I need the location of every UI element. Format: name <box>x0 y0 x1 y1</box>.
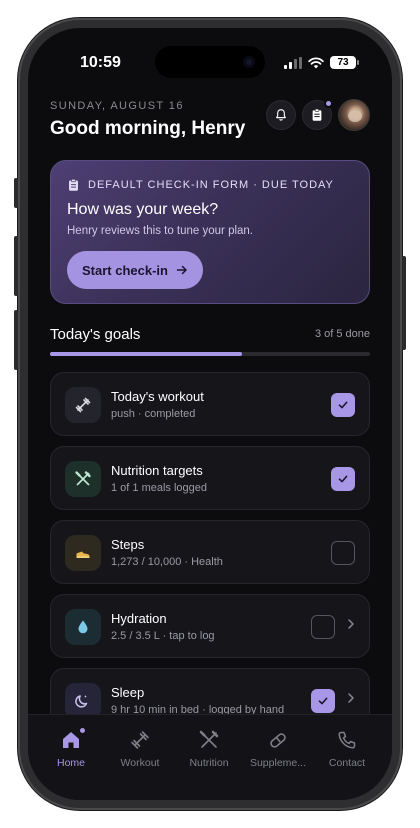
wifi-icon <box>308 56 324 68</box>
checkmark-icon <box>338 475 348 483</box>
goal-steps[interactable]: Steps 1,273 / 10,000 · Health <box>50 520 370 584</box>
date-label: SUNDAY, AUGUST 16 <box>50 100 184 112</box>
goal-icon-tile <box>65 535 101 571</box>
checkin-tag: DEFAULT CHECK-IN FORM · DUE TODAY <box>67 178 334 192</box>
goal-title: Hydration <box>111 611 167 626</box>
goal-title: Steps <box>111 537 145 552</box>
screen: 10:59 73 SUNDAY, AUGUST 16 Good morning,… <box>28 28 392 800</box>
goals-progress-bar <box>50 352 370 356</box>
goal-subtitle: push · completed <box>111 408 196 420</box>
volume-down-button <box>14 310 18 370</box>
notifications-button[interactable] <box>266 100 296 130</box>
dumbbell-icon <box>131 731 149 749</box>
goals-title: Today's goals <box>50 326 141 343</box>
goal-subtitle: 2.5 / 3.5 L · tap to log <box>111 630 215 642</box>
tab-label: Suppleme... <box>249 757 307 769</box>
goal-icon-tile <box>65 609 101 645</box>
tab-workout[interactable]: Workout <box>104 729 176 769</box>
goal-icon-tile <box>65 387 101 423</box>
goal-checkbox[interactable] <box>311 615 335 639</box>
arrow-right-icon <box>176 265 187 275</box>
tab-home[interactable]: Home <box>35 727 107 769</box>
tab-label: Home <box>56 757 85 769</box>
tab-icon-wrap <box>60 727 86 751</box>
fork-knife-icon <box>75 471 91 486</box>
status-icons: 73 <box>284 56 359 69</box>
phone-icon <box>338 731 356 749</box>
dynamic-island <box>155 46 265 78</box>
checkmark-icon <box>338 401 348 409</box>
droplet-icon <box>78 620 88 634</box>
goal-hydration[interactable]: Hydration 2.5 / 3.5 L · tap to log <box>50 594 370 658</box>
goal-subtitle: 1,273 / 10,000 · Health <box>111 556 223 568</box>
tab-supplements[interactable]: Suppleme... <box>242 729 314 769</box>
tab-contact[interactable]: Contact <box>311 729 383 769</box>
battery-icon: 73 <box>330 56 359 69</box>
clipboard-icon <box>69 178 78 191</box>
pill-icon <box>270 733 286 748</box>
start-checkin-button[interactable]: Start check-in <box>67 251 203 289</box>
goals-progress-fill <box>50 352 242 356</box>
volume-up-button <box>14 236 18 296</box>
checkin-forms-button[interactable] <box>302 99 333 130</box>
checkmark-icon <box>318 697 328 705</box>
tab-icon-wrap <box>267 729 289 751</box>
checkin-title: How was your week? <box>67 201 219 218</box>
clipboard-icon <box>312 108 322 121</box>
camera-icon <box>243 56 255 68</box>
goals-count: 3 of 5 done <box>314 328 370 340</box>
tab-icon-wrap <box>198 729 220 751</box>
start-checkin-label: Start check-in <box>82 262 168 278</box>
goal-nutrition[interactable]: Nutrition targets 1 of 1 meals logged <box>50 446 370 510</box>
goal-checkbox[interactable] <box>331 541 355 565</box>
action-button <box>14 178 18 208</box>
shoe-icon <box>76 551 90 558</box>
checkin-subtitle: Henry reviews this to tune your plan. <box>67 225 254 237</box>
dumbbell-icon <box>75 397 91 413</box>
moon-icon <box>75 695 88 708</box>
avatar[interactable] <box>338 99 370 131</box>
status-time: 10:59 <box>80 54 121 71</box>
goal-title: Nutrition targets <box>111 463 203 478</box>
goal-icon-tile <box>65 461 101 497</box>
tab-icon-wrap <box>129 729 151 751</box>
notification-dot <box>324 99 333 108</box>
goal-checkbox[interactable] <box>331 393 355 417</box>
tab-icon-wrap <box>336 729 358 751</box>
goal-checkbox[interactable] <box>311 689 335 713</box>
greeting-title: Good morning, Henry <box>50 118 246 139</box>
tab-bar: Home Workout Nutrition Suppleme... Conta… <box>28 714 392 800</box>
tab-label: Workout <box>120 757 160 769</box>
goal-workout[interactable]: Today's workout push · completed <box>50 372 370 436</box>
battery-level: 73 <box>337 57 349 68</box>
goal-title: Today's workout <box>111 389 204 404</box>
power-button <box>402 256 406 350</box>
checkin-card: DEFAULT CHECK-IN FORM · DUE TODAY How wa… <box>50 160 370 304</box>
goal-subtitle: 1 of 1 meals logged <box>111 482 208 494</box>
goal-title: Sleep <box>111 685 145 700</box>
tab-label: Contact <box>328 757 366 769</box>
chevron-right-icon[interactable] <box>347 692 355 704</box>
tab-label: Nutrition <box>189 757 229 769</box>
checkin-tag-label: DEFAULT CHECK-IN FORM · DUE TODAY <box>88 179 334 191</box>
chevron-right-icon[interactable] <box>347 618 355 630</box>
bell-icon <box>276 109 286 121</box>
tab-nutrition[interactable]: Nutrition <box>173 729 245 769</box>
goal-checkbox[interactable] <box>331 467 355 491</box>
signal-icon <box>284 56 302 69</box>
fork-knife-icon <box>199 730 219 748</box>
notification-dot <box>79 727 86 734</box>
